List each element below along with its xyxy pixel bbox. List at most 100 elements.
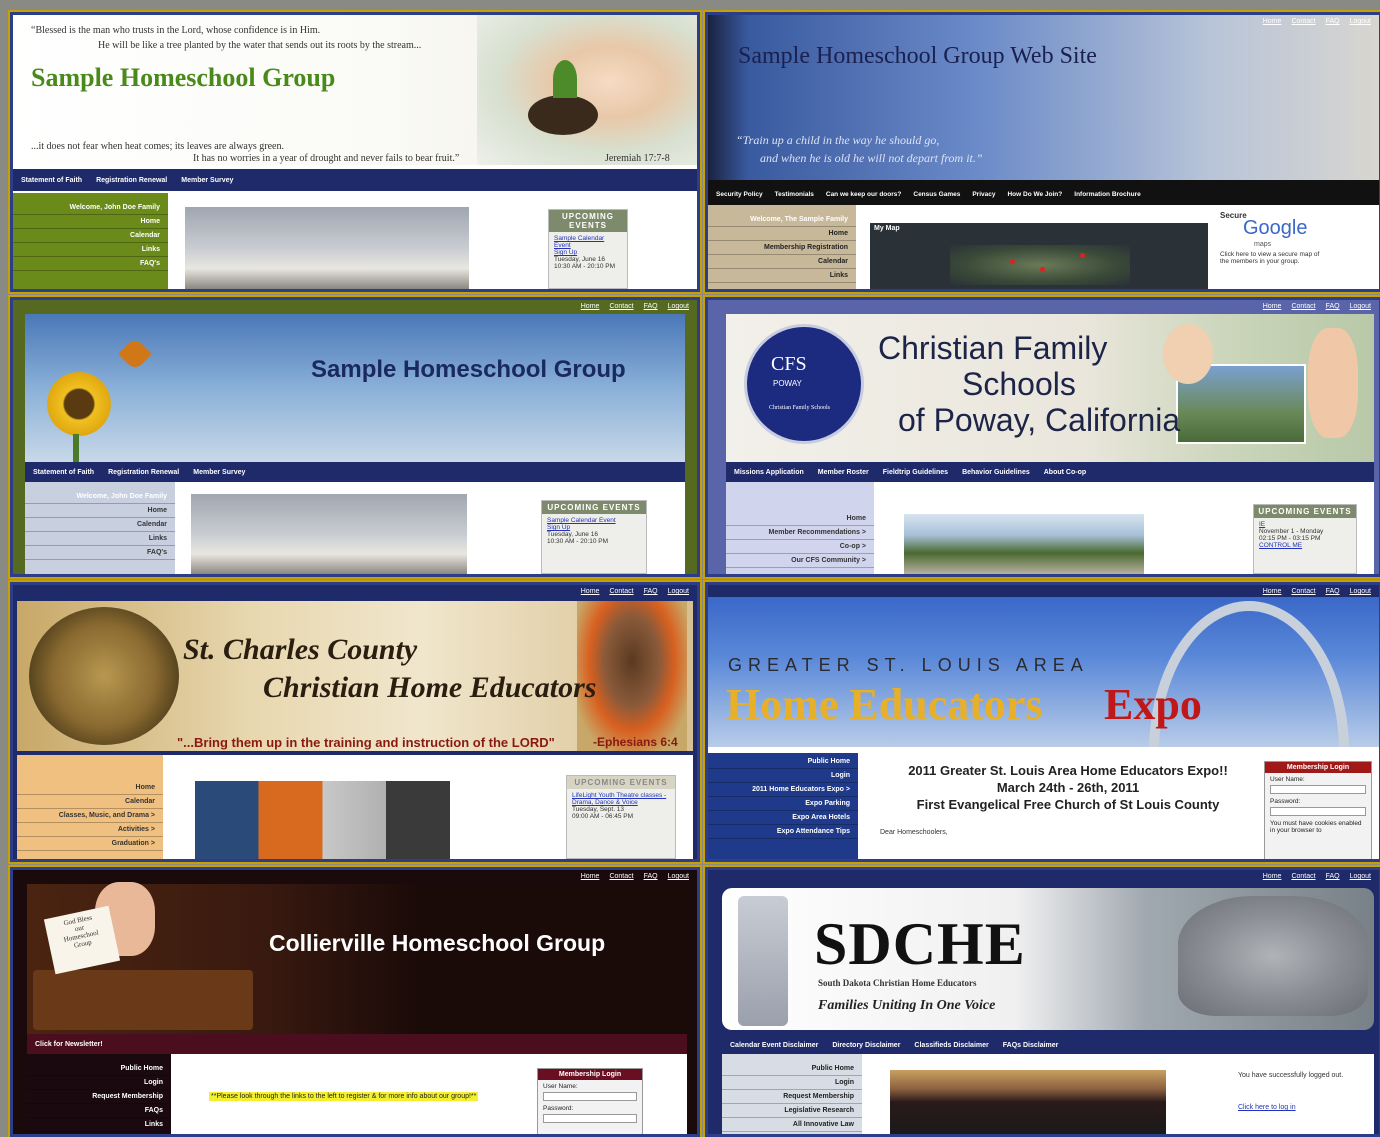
sidebar-item-activities[interactable]: Activities > bbox=[17, 823, 163, 837]
sidebar-item-links[interactable]: Links bbox=[13, 243, 168, 257]
sidebar-item-expo[interactable]: 2011 Home Educators Expo > bbox=[708, 783, 858, 797]
nav-behavior-guidelines[interactable]: Behavior Guidelines bbox=[962, 469, 1030, 476]
toplink-faq[interactable]: FAQ bbox=[644, 303, 658, 310]
site-tile-sample-homeschool-sunflower[interactable]: Home Contact FAQ Logout Sample Homeschoo… bbox=[8, 295, 702, 579]
site-tile-collierville-homeschool[interactable]: Home Contact FAQ Logout God Bless our Ho… bbox=[8, 865, 702, 1137]
google-map-text[interactable]: Click here to view a secure map of the m… bbox=[1220, 251, 1320, 265]
password-field[interactable] bbox=[1270, 807, 1366, 816]
nav-privacy[interactable]: Privacy bbox=[972, 191, 995, 198]
toplink-contact[interactable]: Contact bbox=[1291, 588, 1315, 595]
nav-calendar-disclaimer[interactable]: Calendar Event Disclaimer bbox=[730, 1042, 818, 1049]
toplink-home[interactable]: Home bbox=[1263, 588, 1282, 595]
site-tile-sample-homeschool-green[interactable]: “Blessed is the man who trusts in the Lo… bbox=[8, 10, 702, 294]
toplink-home[interactable]: Home bbox=[581, 873, 600, 880]
sidebar-item-public-home[interactable]: Public Home bbox=[708, 755, 858, 769]
toplink-home[interactable]: Home bbox=[1263, 303, 1282, 310]
site-tile-christian-family-schools[interactable]: Home Contact FAQ Logout CFS POWAY Christ… bbox=[703, 295, 1380, 579]
toplink-logout[interactable]: Logout bbox=[1350, 303, 1371, 310]
toplink-contact[interactable]: Contact bbox=[1291, 873, 1315, 880]
nav-directory-disclaimer[interactable]: Directory Disclaimer bbox=[832, 1042, 900, 1049]
nav-security-policy[interactable]: Security Policy bbox=[716, 191, 763, 198]
nav-doors[interactable]: Can we keep our doors? bbox=[826, 191, 902, 198]
nav-member-survey[interactable]: Member Survey bbox=[193, 469, 245, 476]
sidebar-item-cfs-community[interactable]: Our CFS Community > bbox=[726, 554, 874, 568]
site-tile-sdche[interactable]: Home Contact FAQ Logout SDCHE South Dako… bbox=[703, 865, 1380, 1137]
sidebar-item-links[interactable]: Links bbox=[27, 1118, 171, 1132]
nav-statement-of-faith[interactable]: Statement of Faith bbox=[21, 177, 82, 184]
sidebar-item-request-membership[interactable]: Request Membership bbox=[27, 1090, 171, 1104]
toplink-contact[interactable]: Contact bbox=[609, 303, 633, 310]
sidebar-item-home[interactable]: Home bbox=[25, 504, 175, 518]
event-signup-link[interactable]: Sign Up bbox=[547, 524, 641, 531]
event-signup-link[interactable]: Sign Up bbox=[554, 249, 622, 256]
nav-statement-of-faith[interactable]: Statement of Faith bbox=[33, 469, 94, 476]
nav-about-coop[interactable]: About Co-op bbox=[1044, 469, 1086, 476]
toplink-logout[interactable]: Logout bbox=[1350, 588, 1371, 595]
sidebar-item-calendar[interactable]: Calendar bbox=[25, 518, 175, 532]
sidebar-item-calendar[interactable]: Calendar bbox=[17, 795, 163, 809]
toplink-logout[interactable]: Logout bbox=[668, 303, 689, 310]
sidebar-item-links[interactable]: Links bbox=[25, 532, 175, 546]
sidebar-item-login[interactable]: Login bbox=[722, 1076, 862, 1090]
sidebar-item-expo-tips[interactable]: Expo Attendance Tips bbox=[708, 825, 858, 839]
password-field[interactable] bbox=[543, 1114, 637, 1123]
nav-census-games[interactable]: Census Games bbox=[913, 191, 960, 198]
nav-how-join[interactable]: How Do We Join? bbox=[1007, 191, 1062, 198]
sidebar-item-home[interactable]: Home bbox=[17, 781, 163, 795]
sidebar-item-membership[interactable]: Membership Registration bbox=[708, 241, 856, 255]
login-link[interactable]: Click here to log in bbox=[1238, 1104, 1296, 1111]
sidebar-item-home[interactable]: Home bbox=[726, 512, 874, 526]
sidebar-item-coop[interactable]: Co-op > bbox=[726, 540, 874, 554]
toplink-contact[interactable]: Contact bbox=[1291, 303, 1315, 310]
toplink-faq[interactable]: FAQ bbox=[1326, 588, 1340, 595]
event-link[interactable]: LifeLight Youth Theatre classes - Drama,… bbox=[572, 792, 670, 806]
sidebar-item-calendar[interactable]: Calendar bbox=[13, 229, 168, 243]
sidebar-item-login[interactable]: Login bbox=[708, 769, 858, 783]
toplink-contact[interactable]: Contact bbox=[609, 873, 633, 880]
toplink-logout[interactable]: Logout bbox=[668, 588, 689, 595]
toplink-contact[interactable]: Contact bbox=[1291, 18, 1315, 25]
site-tile-sample-homeschool-blue[interactable]: Home Contact FAQ Logout Sample Homeschoo… bbox=[703, 10, 1380, 294]
toplink-logout[interactable]: Logout bbox=[1350, 18, 1371, 25]
sidebar-item-legislative-research[interactable]: Legislative Research bbox=[722, 1104, 862, 1118]
sidebar-item-faqs[interactable]: FAQ's bbox=[25, 546, 175, 560]
sidebar-item-home[interactable]: Home bbox=[708, 227, 856, 241]
toplink-contact[interactable]: Contact bbox=[609, 588, 633, 595]
sidebar-item-member-recommendations[interactable]: Member Recommendations > bbox=[726, 526, 874, 540]
sidebar-item-home[interactable]: Home bbox=[13, 215, 168, 229]
event-link-2[interactable]: CONTROL ME bbox=[1259, 542, 1351, 549]
toplink-faq[interactable]: FAQ bbox=[1326, 303, 1340, 310]
sidebar-item-public-home[interactable]: Public Home bbox=[722, 1062, 862, 1076]
site-tile-st-charles-county[interactable]: Home Contact FAQ Logout St. Charles Coun… bbox=[8, 580, 702, 864]
nav-testimonials[interactable]: Testimonials bbox=[775, 191, 814, 198]
username-field[interactable] bbox=[543, 1092, 637, 1101]
sidebar-item-classes[interactable]: Classes, Music, and Drama > bbox=[17, 809, 163, 823]
sidebar-item-graduation[interactable]: Graduation > bbox=[17, 837, 163, 851]
sidebar-item-request-membership[interactable]: Request Membership bbox=[722, 1090, 862, 1104]
toplink-faq[interactable]: FAQ bbox=[644, 873, 658, 880]
toplink-home[interactable]: Home bbox=[1263, 873, 1282, 880]
sidebar-item-faqs[interactable]: FAQs bbox=[27, 1104, 171, 1118]
member-map[interactable]: My Map bbox=[870, 223, 1208, 289]
nav-registration-renewal[interactable]: Registration Renewal bbox=[108, 469, 179, 476]
toplink-faq[interactable]: FAQ bbox=[1326, 873, 1340, 880]
nav-classifieds-disclaimer[interactable]: Classifieds Disclaimer bbox=[914, 1042, 988, 1049]
event-link[interactable]: Sample Calendar Event bbox=[554, 235, 622, 249]
toplink-faq[interactable]: FAQ bbox=[1326, 18, 1340, 25]
username-field[interactable] bbox=[1270, 785, 1366, 794]
sidebar-item-expo-hotels[interactable]: Expo Area Hotels bbox=[708, 811, 858, 825]
event-link[interactable]: IE bbox=[1259, 521, 1351, 528]
sidebar-item-faqs[interactable]: FAQ's bbox=[13, 257, 168, 271]
toplink-logout[interactable]: Logout bbox=[668, 873, 689, 880]
sidebar-item-expo-parking[interactable]: Expo Parking bbox=[708, 797, 858, 811]
nav-newsletter-link[interactable]: Click for Newsletter! bbox=[35, 1041, 103, 1048]
toplink-home[interactable]: Home bbox=[581, 303, 600, 310]
toplink-logout[interactable]: Logout bbox=[1350, 873, 1371, 880]
nav-registration-renewal[interactable]: Registration Renewal bbox=[96, 177, 167, 184]
nav-member-roster[interactable]: Member Roster bbox=[818, 469, 869, 476]
site-tile-stl-home-educators-expo[interactable]: Home Contact FAQ Logout GREATER ST. LOUI… bbox=[703, 580, 1380, 864]
toplink-home[interactable]: Home bbox=[1263, 18, 1282, 25]
sidebar-item-links[interactable]: Links bbox=[708, 269, 856, 283]
nav-member-survey[interactable]: Member Survey bbox=[181, 177, 233, 184]
event-link[interactable]: Sample Calendar Event bbox=[547, 517, 641, 524]
